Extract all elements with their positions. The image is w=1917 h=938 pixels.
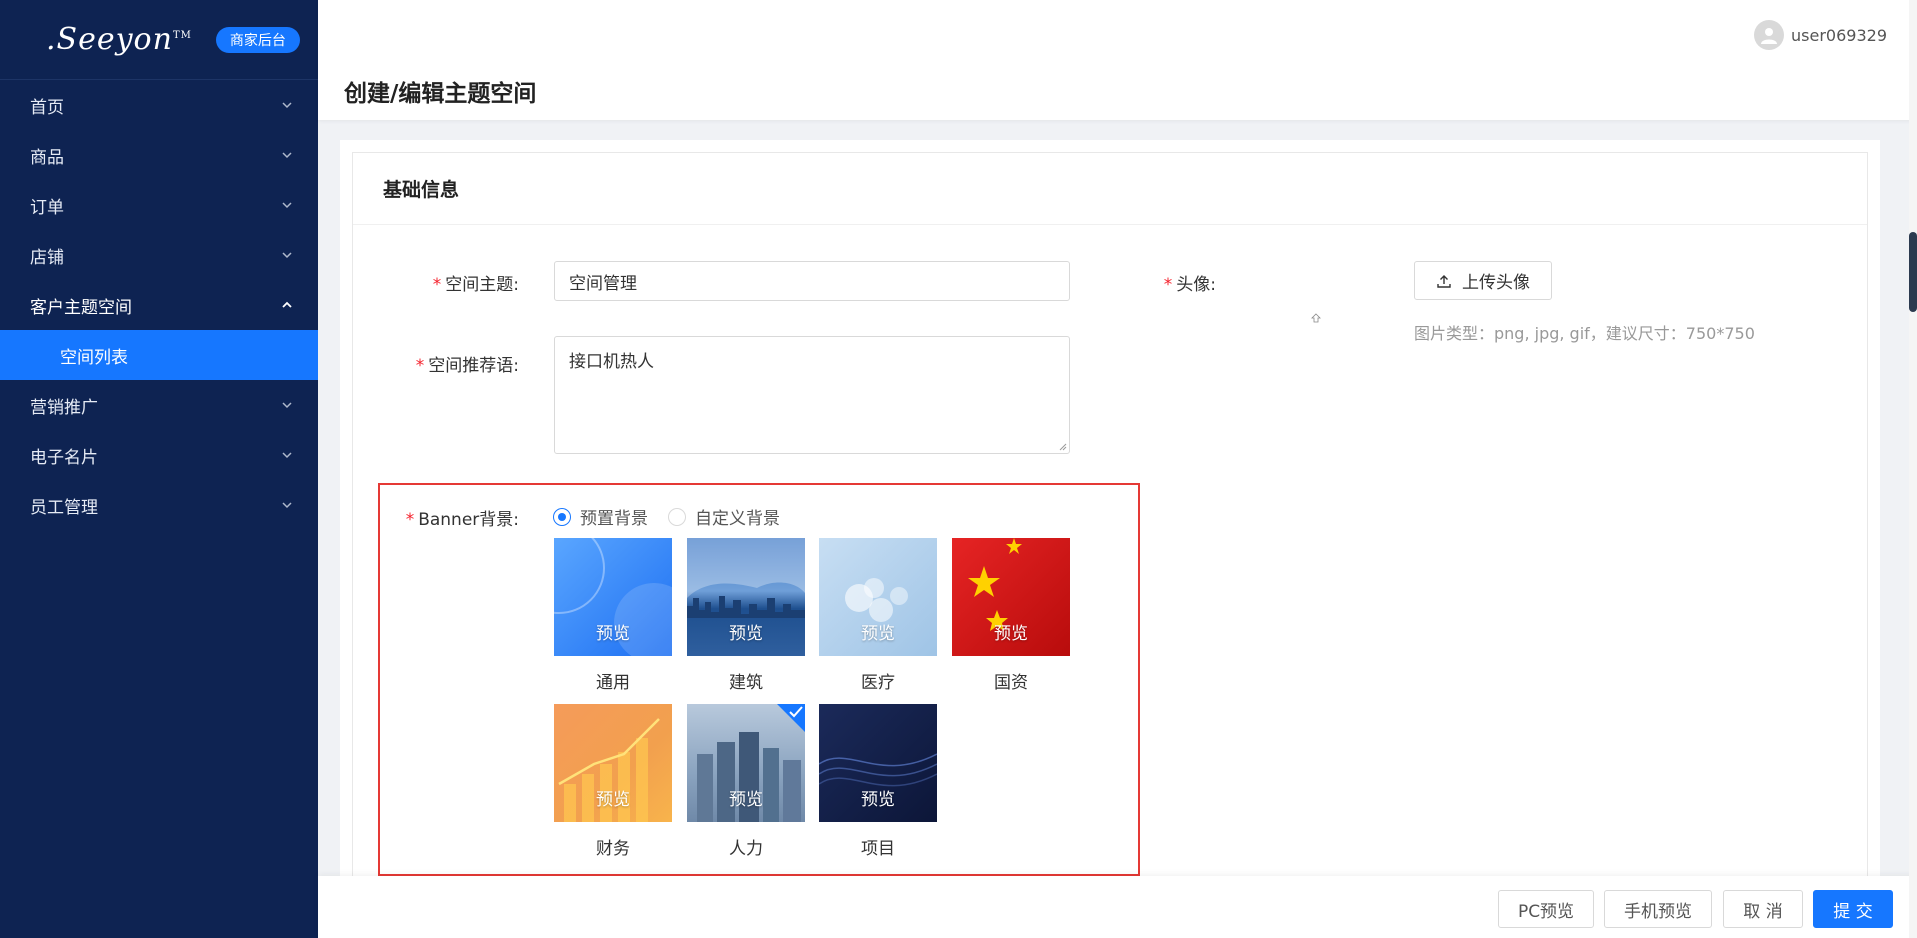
bg-thumb-project[interactable]: 预览: [819, 704, 937, 822]
menu-item-store[interactable]: 店铺: [0, 230, 318, 280]
preview-label: 预览: [596, 790, 630, 810]
bg-caption: 财务: [596, 839, 630, 859]
check-icon: [789, 706, 803, 718]
bg-thumb-state-owned[interactable]: 预览: [952, 538, 1070, 656]
mobile-preview-button[interactable]: 手机预览: [1604, 890, 1712, 928]
bg-caption: 人力: [729, 839, 763, 859]
topic-label: * 空间主题:: [432, 275, 519, 295]
topic-input[interactable]: 空间管理: [554, 261, 1070, 301]
banner-radio-group: 预置背景 自定义背景: [553, 504, 800, 529]
menu-item-staff[interactable]: 员工管理: [0, 480, 318, 530]
menu-label: 员工管理: [30, 497, 98, 518]
merchant-badge: 商家后台: [215, 26, 300, 53]
chevron-down-icon: [280, 498, 294, 512]
user-menu[interactable]: user069329: [1754, 20, 1887, 50]
preview-label: 预览: [729, 624, 763, 644]
menu-item-customer-space[interactable]: 客户主题空间: [0, 280, 318, 330]
radio-dot: [553, 507, 571, 526]
menu-label: 客户主题空间: [30, 297, 132, 318]
chevron-down-icon: [280, 198, 294, 212]
seeyon-logo[interactable]: .SeeyonTM: [46, 22, 192, 57]
upload-label: 上传头像: [1462, 273, 1530, 293]
chevron-down-icon: [280, 398, 294, 412]
preview-label: 预览: [596, 624, 630, 644]
radio-custom-background[interactable]: 自定义背景: [668, 504, 780, 529]
upload-avatar-button[interactable]: 上传头像: [1414, 261, 1552, 300]
scrollbar-thumb[interactable]: [1909, 232, 1917, 312]
cancel-button[interactable]: 取 消: [1723, 890, 1803, 928]
avatar-label: * 头像:: [1163, 275, 1216, 295]
preview-label: 预览: [994, 624, 1028, 644]
bg-thumb-architecture[interactable]: 预览: [687, 538, 805, 656]
scrollbar[interactable]: [1909, 0, 1917, 938]
preview-label: 预览: [861, 624, 895, 644]
bg-caption: 国资: [994, 673, 1028, 693]
radio-dot: [668, 507, 686, 526]
bg-thumb-finance[interactable]: 预览: [554, 704, 672, 822]
section-title: 基础信息: [353, 153, 1867, 225]
side-menu: 首页 商品 订单 店铺 客户主题空间 空间列表 营销推广 电子名片 员工管理: [0, 80, 318, 530]
radio-label: 自定义背景: [695, 509, 780, 529]
slogan-textarea[interactable]: 接口机热人: [554, 336, 1070, 454]
menu-label: 店铺: [30, 247, 64, 268]
logo-area: .SeeyonTM 商家后台: [0, 0, 318, 80]
chevron-down-icon: [280, 98, 294, 112]
preview-label: 预览: [729, 790, 763, 810]
menu-item-marketing[interactable]: 营销推广: [0, 380, 318, 430]
menu-item-goods[interactable]: 商品: [0, 130, 318, 180]
upload-icon: [1437, 274, 1451, 288]
banner-label: * Banner背景:: [405, 510, 519, 530]
bg-thumb-general[interactable]: 预览: [554, 538, 672, 656]
submenu-item-space-list[interactable]: 空间列表: [0, 330, 318, 380]
bg-caption: 项目: [861, 839, 895, 859]
menu-item-home[interactable]: 首页: [0, 80, 318, 130]
menu-item-orders[interactable]: 订单: [0, 180, 318, 230]
chevron-down-icon: [280, 248, 294, 262]
user-avatar-icon: [1754, 20, 1785, 50]
slogan-label: * 空间推荐语:: [415, 356, 519, 376]
chevron-up-icon: [280, 298, 294, 312]
action-footer: PC预览 手机预览 取 消 提 交: [318, 876, 1917, 938]
upload-hint: 图片类型：png, jpg, gif，建议尺寸：750*750: [1414, 324, 1755, 343]
preview-label: 预览: [861, 790, 895, 810]
bg-caption: 建筑: [729, 673, 763, 693]
menu-label: 营销推广: [30, 397, 98, 418]
chevron-down-icon: [280, 448, 294, 462]
page-title: 创建/编辑主题空间: [344, 81, 537, 107]
pointer-cursor-icon: [1311, 313, 1321, 323]
bg-caption: 通用: [596, 673, 630, 693]
page-header: user069329 创建/编辑主题空间: [318, 0, 1917, 120]
bg-thumb-medical[interactable]: 预览: [819, 538, 937, 656]
menu-item-ecard[interactable]: 电子名片: [0, 430, 318, 480]
resize-handle-icon[interactable]: [1057, 441, 1067, 451]
radio-label: 预置背景: [580, 509, 648, 529]
menu-label: 订单: [30, 197, 64, 218]
menu-label: 电子名片: [30, 447, 98, 468]
bg-thumb-hr[interactable]: 预览: [687, 704, 805, 822]
pc-preview-button[interactable]: PC预览: [1498, 890, 1594, 928]
chevron-down-icon: [280, 148, 294, 162]
sidebar: .SeeyonTM 商家后台 首页 商品 订单 店铺 客户主题空间 空间列表 营…: [0, 0, 318, 938]
slogan-text: 接口机热人: [569, 352, 654, 372]
menu-label: 首页: [30, 97, 64, 118]
menu-label: 商品: [30, 147, 64, 168]
bg-caption: 医疗: [861, 673, 895, 693]
username: user069329: [1791, 25, 1887, 45]
radio-preset-background[interactable]: 预置背景: [553, 504, 648, 529]
submit-button[interactable]: 提 交: [1813, 890, 1893, 928]
